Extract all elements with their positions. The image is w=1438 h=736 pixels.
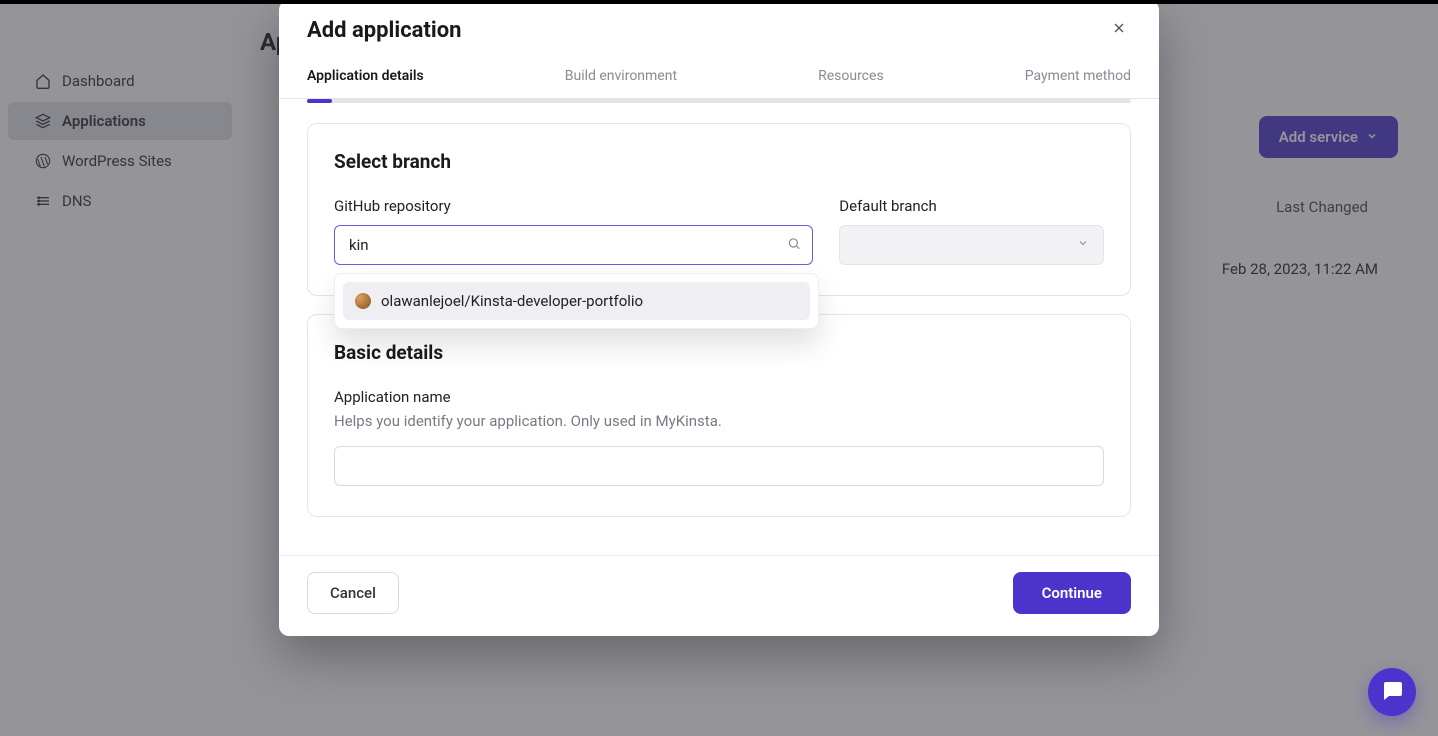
cancel-button[interactable]: Cancel <box>307 572 399 614</box>
modal-overlay: Add application Application details Buil… <box>0 0 1438 736</box>
app-name-label: Application name <box>334 388 1104 406</box>
tab-build-environment[interactable]: Build environment <box>565 60 677 98</box>
basic-details-heading: Basic details <box>334 341 1104 364</box>
app-name-input[interactable] <box>334 446 1104 486</box>
repo-dropdown-item[interactable]: olawanlejoel/Kinsta-developer-portfolio <box>343 282 810 320</box>
repo-dropdown-item-label: olawanlejoel/Kinsta-developer-portfolio <box>381 292 643 310</box>
select-branch-heading: Select branch <box>334 150 1104 173</box>
default-branch-select[interactable] <box>839 225 1104 265</box>
modal-title: Add application <box>307 18 461 43</box>
default-branch-label: Default branch <box>839 197 1104 215</box>
tab-application-details[interactable]: Application details <box>307 60 424 98</box>
chat-bubble-button[interactable] <box>1368 668 1416 716</box>
repo-dropdown: olawanlejoel/Kinsta-developer-portfolio <box>334 273 819 329</box>
app-name-help: Helps you identify your application. Onl… <box>334 412 1104 430</box>
chat-icon <box>1380 678 1404 706</box>
avatar <box>355 293 371 309</box>
window-top-strip <box>0 0 1438 4</box>
github-repo-input[interactable] <box>334 225 813 265</box>
close-button[interactable] <box>1107 16 1131 44</box>
progress-bar <box>307 99 1131 103</box>
add-application-modal: Add application Application details Buil… <box>279 0 1159 636</box>
basic-details-card: Basic details Application name Helps you… <box>307 314 1131 517</box>
continue-button[interactable]: Continue <box>1013 572 1131 614</box>
progress-fill <box>307 99 332 103</box>
github-repo-field: GitHub repository olawanlejoel/ <box>334 197 813 265</box>
modal-tabs: Application details Build environment Re… <box>279 60 1159 99</box>
chevron-down-icon <box>1077 237 1089 253</box>
tab-payment-method[interactable]: Payment method <box>1025 60 1131 98</box>
tab-resources[interactable]: Resources <box>818 60 884 98</box>
default-branch-field: Default branch <box>839 197 1104 265</box>
select-branch-card: Select branch GitHub repository <box>307 123 1131 296</box>
close-icon <box>1111 25 1127 40</box>
search-icon <box>787 236 801 255</box>
github-repo-label: GitHub repository <box>334 197 813 215</box>
